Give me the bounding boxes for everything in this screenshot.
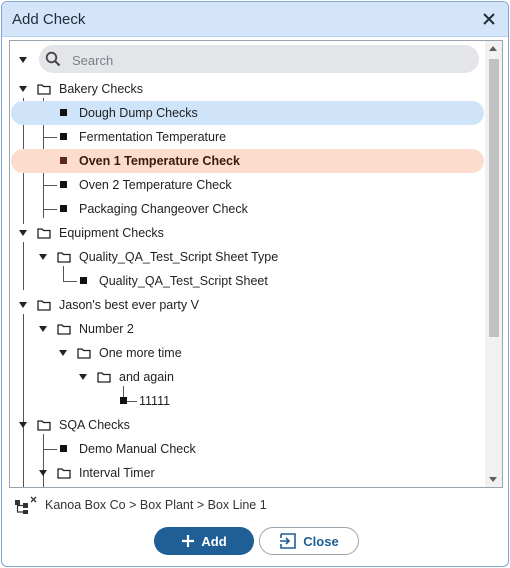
tree-folder-label: One more time — [99, 346, 182, 360]
tree-item-demo-manual-check[interactable]: Demo Manual Check — [10, 437, 484, 461]
tree-folder-equipment-checks[interactable]: Equipment Checks — [10, 221, 484, 245]
folder-icon — [57, 468, 71, 479]
search-box — [39, 45, 479, 73]
tree-scrollbar[interactable] — [485, 41, 502, 487]
tree-folder-bakery-checks[interactable]: Bakery Checks — [10, 77, 484, 101]
scroll-up-icon[interactable] — [489, 46, 497, 51]
tree-folder-and-again[interactable]: and again — [10, 365, 484, 389]
tree-folder-interval-timer[interactable]: Interval Timer — [10, 461, 484, 485]
scrollbar-thumb[interactable] — [489, 59, 499, 337]
caret-down-icon[interactable] — [39, 326, 47, 332]
tree-folder-quality-qa-sheet-type[interactable]: Quality_QA_Test_Script Sheet Type — [10, 245, 484, 269]
check-tree: Bakery Checks Dough Dump Checks Fermenta… — [9, 40, 503, 488]
tree-item-oven-1-temperature-check[interactable]: Oven 1 Temperature Check — [10, 149, 484, 173]
add-button[interactable]: Add — [154, 527, 254, 555]
check-item-icon — [60, 109, 67, 116]
close-icon[interactable] — [478, 8, 500, 30]
folder-icon — [37, 84, 51, 95]
search-icon — [45, 51, 61, 67]
tree-folder-jasons-best-ever-party[interactable]: Jason's best ever party V — [10, 293, 484, 317]
close-button[interactable]: Close — [259, 527, 359, 555]
search-row — [10, 41, 484, 77]
folder-icon — [37, 420, 51, 431]
check-item-icon — [60, 157, 67, 164]
exit-icon — [279, 533, 297, 549]
tree-folder-label: Jason's best ever party V — [59, 298, 199, 312]
caret-down-icon[interactable] — [19, 86, 27, 92]
folder-icon — [37, 228, 51, 239]
tree-item-label: Dough Dump Checks — [79, 106, 198, 120]
folder-icon — [97, 372, 111, 383]
dialog-titlebar: Add Check — [2, 2, 508, 37]
tree-item-11111[interactable]: 11111 — [10, 389, 484, 413]
caret-down-icon[interactable] — [79, 374, 87, 380]
check-item-icon — [60, 445, 67, 452]
check-item-icon — [120, 397, 127, 404]
check-item-icon — [60, 205, 67, 212]
dialog-title: Add Check — [12, 11, 86, 28]
folder-icon — [77, 348, 91, 359]
tree-folder-label: SQA Checks — [59, 418, 130, 432]
tree-item-label: Demo Manual Check — [79, 442, 196, 456]
folder-icon — [37, 300, 51, 311]
tree-item-label: Fermentation Temperature — [79, 130, 227, 144]
check-item-icon — [60, 181, 67, 188]
caret-down-icon[interactable] — [19, 230, 27, 236]
tree-folder-label: Quality_QA_Test_Script Sheet Type — [79, 250, 279, 264]
tree-item-label: Quality_QA_Test_Script Sheet — [99, 274, 268, 288]
tree-folder-label: Bakery Checks — [59, 82, 144, 96]
search-input[interactable] — [70, 49, 474, 71]
tree-folder-one-more-time[interactable]: One more time — [10, 341, 484, 365]
tree-item-label: Packaging Changeover Check — [79, 202, 248, 216]
tree-folder-label: Interval Timer — [79, 466, 155, 480]
add-check-dialog: Add Check Search Bakery Checks Dough Dum… — [1, 1, 509, 567]
location-path-text: Kanoa Box Co > Box Plant > Box Line 1 — [45, 498, 267, 512]
location-path: Kanoa Box Co > Box Plant > Box Line 1 — [14, 495, 494, 517]
scroll-down-icon[interactable] — [489, 477, 497, 482]
caret-down-icon[interactable] — [59, 350, 67, 356]
check-item-icon — [60, 133, 67, 140]
caret-down-icon[interactable] — [19, 302, 27, 308]
tree-folder-label: Number 2 — [79, 322, 134, 336]
plus-icon — [181, 534, 195, 548]
tree-folder-sqa-checks[interactable]: SQA Checks — [10, 413, 484, 437]
tree-folder-label: and again — [119, 370, 174, 384]
tree-item-label: 11111 — [139, 394, 171, 408]
caret-down-icon[interactable] — [39, 470, 47, 476]
tree-item-quality-qa-sheet[interactable]: Quality_QA_Test_Script Sheet — [10, 269, 484, 293]
check-item-icon — [80, 277, 87, 284]
folder-icon — [57, 252, 71, 263]
collapse-all-caret-icon[interactable] — [19, 57, 27, 63]
add-button-label: Add — [201, 533, 227, 549]
tree-item-packaging-changeover-check[interactable]: Packaging Changeover Check — [10, 197, 484, 221]
tree-folder-number-2[interactable]: Number 2 — [10, 317, 484, 341]
tree-item-label: Oven 1 Temperature Check — [79, 154, 240, 168]
tree-folder-label: Equipment Checks — [59, 226, 164, 240]
tree-item-dough-dump-checks[interactable]: Dough Dump Checks — [10, 101, 484, 125]
tree-item-fermentation-temperature[interactable]: Fermentation Temperature — [10, 125, 484, 149]
close-button-label: Close — [303, 533, 339, 549]
tree-item-oven-2-temperature-check[interactable]: Oven 2 Temperature Check — [10, 173, 484, 197]
folder-icon — [57, 324, 71, 335]
caret-down-icon[interactable] — [19, 422, 27, 428]
caret-down-icon[interactable] — [39, 254, 47, 260]
hierarchy-icon — [15, 496, 37, 514]
tree-item-label: Oven 2 Temperature Check — [79, 178, 232, 192]
